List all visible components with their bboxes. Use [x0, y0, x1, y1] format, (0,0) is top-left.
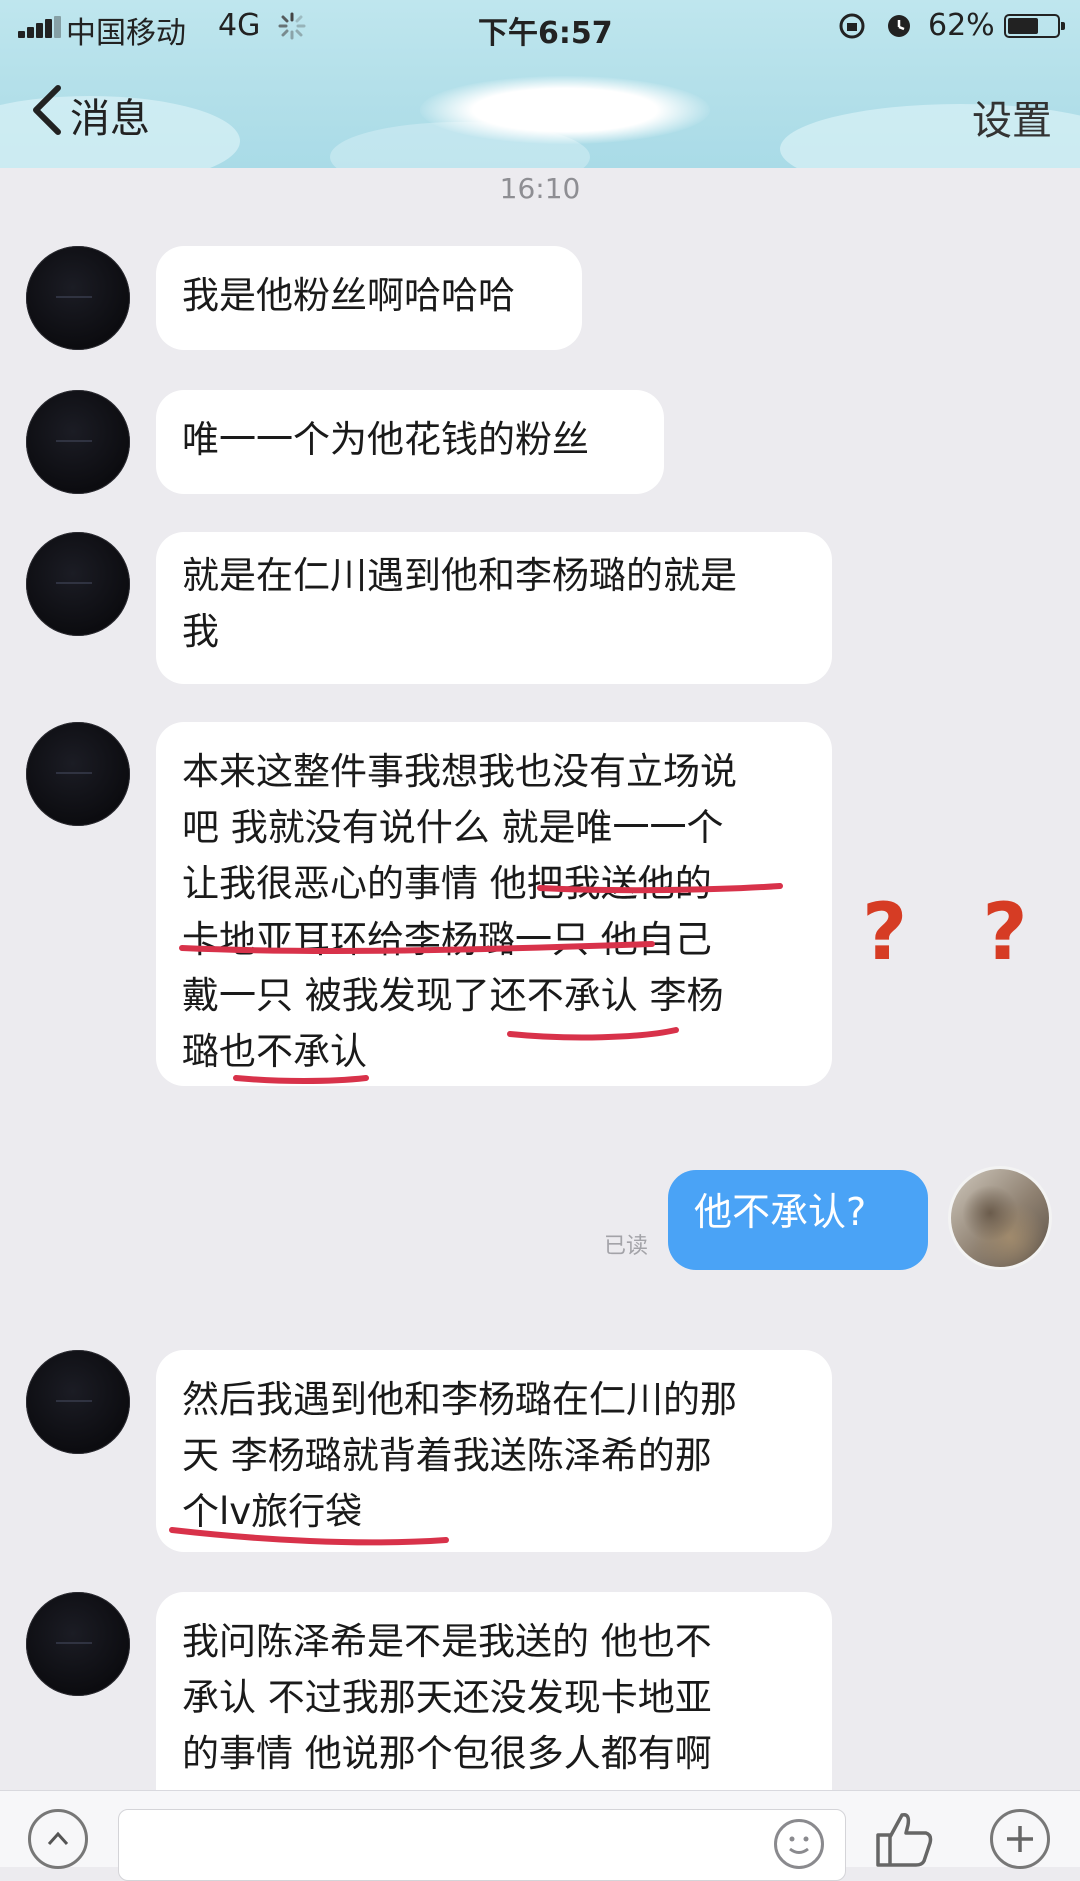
thumbs-up-icon[interactable] [872, 1807, 936, 1867]
more-options-button[interactable] [990, 1809, 1050, 1869]
message-bubble[interactable]: 就是在仁川遇到他和李杨璐的就是 我 [156, 532, 832, 684]
red-question-marks: ? ? [862, 888, 1052, 978]
battery-percent: 62% [928, 8, 995, 43]
chat-header: 中国移动 4G 下午6:57 62% 消息 设置 [0, 0, 1080, 168]
contact-avatar[interactable] [26, 390, 130, 494]
message-bubble[interactable]: 唯一一个为他花钱的粉丝 [156, 390, 664, 494]
rotation-lock-icon [839, 13, 865, 39]
contact-avatar[interactable] [26, 1592, 130, 1696]
message-bubble[interactable]: 本来这整件事我想我也没有立场说 吧 我就没有说什么 就是唯一一个 让我很恶心的事… [156, 722, 832, 1086]
alarm-icon [888, 15, 910, 37]
read-receipt: 已读 [604, 1234, 649, 1259]
message-bubble[interactable]: 我是他粉丝啊哈哈哈 [156, 246, 582, 350]
back-button[interactable]: 消息 [70, 86, 150, 144]
battery-icon [1004, 14, 1065, 38]
carrier-name: 中国移动 [66, 16, 186, 51]
message-timestamp: 16:10 [499, 172, 581, 205]
redacted-contact-name [420, 76, 710, 144]
navigation-bar: 消息 设置 [0, 72, 1080, 152]
smiley-icon [789, 1836, 809, 1854]
signal-strength-icon [18, 16, 62, 38]
message-bubble[interactable]: 然后我遇到他和李杨璐在仁川的那 天 李杨璐就背着我送陈泽希的那 个lv旅行袋 [156, 1350, 832, 1552]
plus-icon [1007, 1826, 1033, 1852]
contact-avatar[interactable] [26, 722, 130, 826]
self-avatar[interactable] [948, 1166, 1052, 1270]
contact-avatar[interactable] [26, 246, 130, 350]
clock-time: 下午6:57 [478, 16, 613, 51]
loading-icon [278, 12, 306, 40]
status-bar: 中国移动 4G 下午6:57 62% [0, 0, 1080, 52]
back-chevron-icon[interactable] [28, 82, 68, 138]
emoji-button[interactable] [774, 1819, 824, 1869]
settings-button[interactable]: 设置 [972, 88, 1052, 146]
self-message-bubble[interactable]: 他不承认? [668, 1170, 928, 1270]
voice-input-button[interactable] [28, 1809, 88, 1869]
contact-avatar[interactable] [26, 1350, 130, 1454]
network-type: 4G [218, 8, 261, 43]
contact-avatar[interactable] [26, 532, 130, 636]
chevron-up-icon [47, 1831, 69, 1846]
input-toolbar [0, 1790, 1080, 1881]
message-input[interactable] [118, 1809, 846, 1881]
